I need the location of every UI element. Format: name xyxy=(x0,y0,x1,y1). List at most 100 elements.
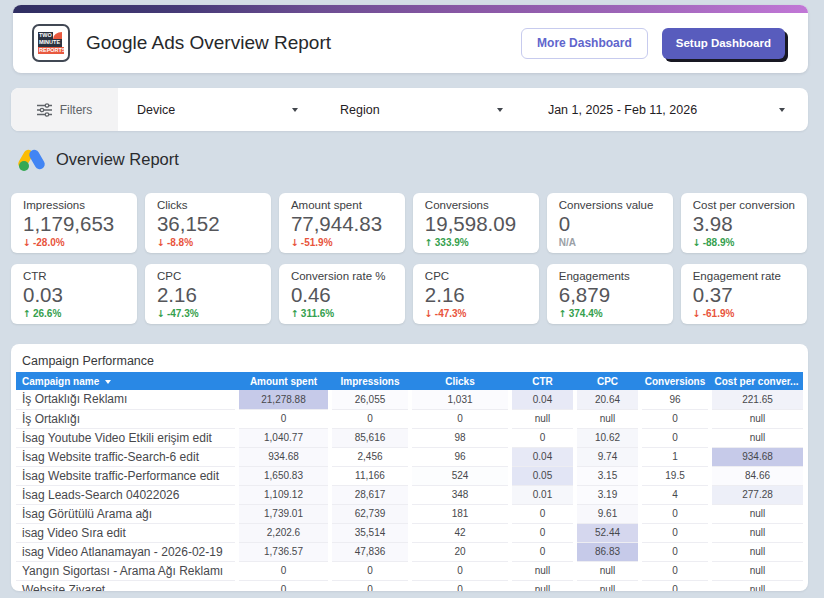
overview-section-header: Overview Report xyxy=(18,147,179,172)
table-body: İş Ortaklığı Reklamı21,278.8826,0551,031… xyxy=(16,390,803,591)
column-header[interactable]: CTR xyxy=(510,372,575,390)
value-cell: 0 xyxy=(330,580,410,591)
kpi-card: Conversion rate %0.46↑311.6% xyxy=(279,264,405,324)
kpi-label: Clicks xyxy=(157,199,259,211)
kpi-value: 6,879 xyxy=(559,283,661,307)
campaign-name-cell: Website Ziyaret xyxy=(16,580,237,591)
region-filter-dropdown[interactable]: Region xyxy=(298,103,503,117)
kpi-card: Conversions19,598.09↑333.9% xyxy=(413,193,539,253)
value-cell: 0 xyxy=(640,542,710,561)
kpi-delta: ↓-28.0% xyxy=(23,237,125,248)
table-row: İş Ortaklığı000nullnull0null xyxy=(16,409,803,428)
sort-caret-icon xyxy=(105,380,111,384)
value-cell: 21,278.88 xyxy=(237,390,330,409)
kpi-value: 77,944.83 xyxy=(291,212,393,236)
column-header[interactable]: Amount spent xyxy=(237,372,330,390)
kpi-delta: ↑311.6% xyxy=(291,308,393,319)
campaign-name-cell: İsag Website traffic-Search-6 edit xyxy=(16,447,237,466)
value-cell: 0 xyxy=(510,542,575,561)
value-cell: 1,650.83 xyxy=(237,466,330,485)
value-cell: 0.01 xyxy=(510,485,575,504)
arrow-up-icon: ↑ xyxy=(559,308,567,319)
filter-bar: Filters Device Region Jan 1, 2025 - Feb … xyxy=(11,88,808,131)
header-card: TWO MINUTE REPORTS Google Ads Overview R… xyxy=(13,5,808,73)
logo-line1: TWO xyxy=(38,32,53,39)
kpi-card: CPC2.16↓-47.3% xyxy=(413,264,539,324)
more-dashboard-button[interactable]: More Dashboard xyxy=(521,28,648,59)
value-cell: 96 xyxy=(410,447,510,466)
date-range-dropdown[interactable]: Jan 1, 2025 - Feb 11, 2026 xyxy=(503,103,808,117)
kpi-label: Conversions value xyxy=(559,199,661,211)
table-row: Website Ziyaret000nullnull0null xyxy=(16,580,803,591)
kpi-label: Impressions xyxy=(23,199,125,211)
arrow-down-icon: ↓ xyxy=(157,308,165,319)
date-range-label: Jan 1, 2025 - Feb 11, 2026 xyxy=(548,103,697,117)
arrow-down-icon: ↓ xyxy=(291,237,299,248)
region-filter-label: Region xyxy=(340,103,380,117)
kpi-label: CTR xyxy=(23,270,125,282)
value-cell: 3.15 xyxy=(575,466,640,485)
value-cell: 20 xyxy=(410,542,510,561)
value-cell: 62,739 xyxy=(330,504,410,523)
value-cell: 42 xyxy=(410,523,510,542)
device-filter-dropdown[interactable]: Device xyxy=(118,103,298,117)
value-cell: 0 xyxy=(640,523,710,542)
value-cell: 0 xyxy=(640,409,710,428)
table-title: Campaign Performance xyxy=(22,354,803,368)
value-cell: 1,040.77 xyxy=(237,428,330,447)
campaign-name-cell: İsag Görütülü Arama ağı xyxy=(16,504,237,523)
kpi-label: Amount spent xyxy=(291,199,393,211)
value-cell: 934.68 xyxy=(710,447,803,466)
column-header[interactable]: Conversions xyxy=(640,372,710,390)
kpi-value: 1,179,653 xyxy=(23,212,125,236)
arrow-down-icon: ↓ xyxy=(157,237,165,248)
value-cell: 0 xyxy=(410,409,510,428)
kpi-value: 2.16 xyxy=(425,283,527,307)
column-header[interactable]: CPC xyxy=(575,372,640,390)
column-header[interactable]: Cost per conver... xyxy=(710,372,803,390)
kpi-value: 0.37 xyxy=(693,283,795,307)
value-cell: null xyxy=(710,428,803,447)
value-cell: 0 xyxy=(410,580,510,591)
value-cell: 3.19 xyxy=(575,485,640,504)
kpi-label: CPC xyxy=(425,270,527,282)
campaign-name-cell: İsag Website traffic-Performance edit xyxy=(16,466,237,485)
value-cell: null xyxy=(710,504,803,523)
kpi-card: CTR0.03↑26.6% xyxy=(11,264,137,324)
kpi-label: Engagements xyxy=(559,270,661,282)
logo-line3: REPORTS xyxy=(38,47,64,54)
kpi-label: Conversions xyxy=(425,199,527,211)
setup-dashboard-button[interactable]: Setup Dashboard xyxy=(662,28,785,59)
two-minute-reports-logo: TWO MINUTE REPORTS xyxy=(32,24,70,62)
kpi-delta: ↑374.4% xyxy=(559,308,661,319)
column-header[interactable]: Campaign name xyxy=(16,372,237,390)
kpi-card: Impressions1,179,653↓-28.0% xyxy=(11,193,137,253)
column-header[interactable]: Impressions xyxy=(330,372,410,390)
kpi-card: Engagement rate0.37↓-61.9% xyxy=(681,264,807,324)
kpi-card: Clicks36,152↓-8.8% xyxy=(145,193,271,253)
column-header[interactable]: Clicks xyxy=(410,372,510,390)
value-cell: 0 xyxy=(510,504,575,523)
value-cell: 2,202.6 xyxy=(237,523,330,542)
value-cell: 2,456 xyxy=(330,447,410,466)
value-cell: 19.5 xyxy=(640,466,710,485)
campaign-name-cell: İş Ortaklığı xyxy=(16,409,237,428)
value-cell: 9.74 xyxy=(575,447,640,466)
kpi-value: 19,598.09 xyxy=(425,212,527,236)
value-cell: 0 xyxy=(237,561,330,580)
table-row: İsag Leads-Search 040220261,109.1228,617… xyxy=(16,485,803,504)
value-cell: 84.66 xyxy=(710,466,803,485)
value-cell: 98 xyxy=(410,428,510,447)
kpi-value: 3.98 xyxy=(693,212,795,236)
kpi-delta: N/A xyxy=(559,237,661,248)
arrow-down-icon: ↓ xyxy=(23,237,31,248)
overview-section-title: Overview Report xyxy=(56,150,179,169)
value-cell: 0.05 xyxy=(510,466,575,485)
value-cell: 934.68 xyxy=(237,447,330,466)
filters-label: Filters xyxy=(60,103,93,117)
value-cell: 28,617 xyxy=(330,485,410,504)
value-cell: 221.65 xyxy=(710,390,803,409)
value-cell: 10.62 xyxy=(575,428,640,447)
value-cell: 0 xyxy=(640,561,710,580)
value-cell: 35,514 xyxy=(330,523,410,542)
